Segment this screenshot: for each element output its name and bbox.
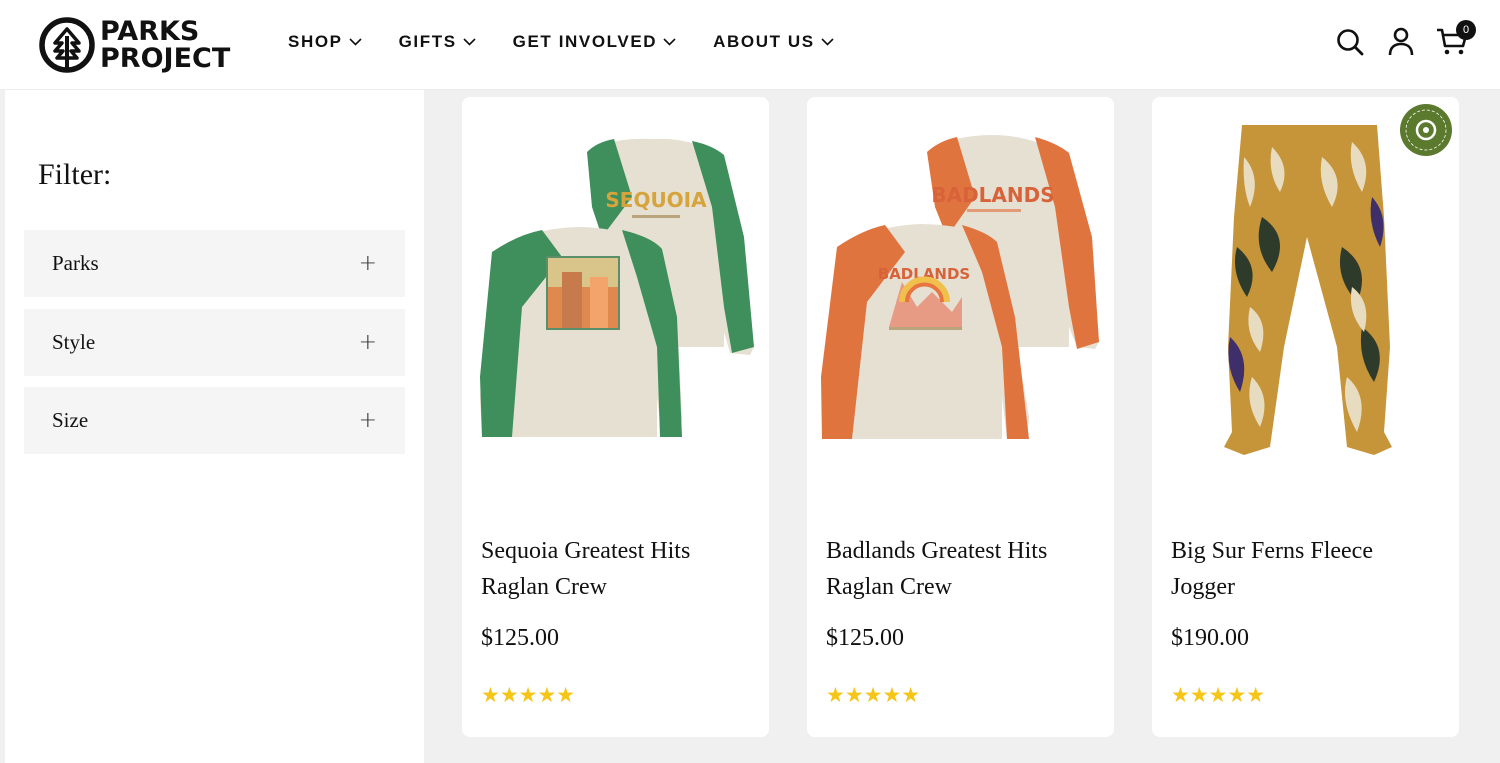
tree-logo-icon [39, 17, 95, 73]
filter-group-parks[interactable]: Parks + [24, 230, 405, 297]
search-button[interactable] [1332, 22, 1368, 62]
nav-gifts[interactable]: GIFTS [399, 32, 476, 52]
filter-sidebar: Filter: Parks + Style + Size + [5, 90, 424, 763]
rating-stars: ★★★★★ [826, 685, 920, 707]
nav-get-involved[interactable]: GET INVOLVED [513, 32, 677, 52]
product-price: $190.00 [1171, 625, 1249, 651]
star-icon: ★★★★★ [481, 684, 576, 707]
site-header: PARKS PROJECT SHOP GIFTS GET INVOLVED AB… [0, 0, 1500, 90]
main-nav: SHOP GIFTS GET INVOLVED ABOUT US [288, 32, 871, 52]
product-card[interactable]: BADLANDS BADLANDS Badlands Greatest Hits… [807, 97, 1114, 737]
plus-icon: + [358, 251, 377, 276]
nav-shop-label: SHOP [288, 32, 343, 51]
product-price: $125.00 [826, 625, 904, 651]
product-image[interactable]: SEQUOIA [462, 97, 769, 517]
logo-line-1: PARKS [100, 16, 200, 47]
filter-group-label: Size [52, 408, 89, 432]
search-icon [1337, 29, 1364, 56]
star-icon: ★★★★★ [1171, 684, 1266, 707]
user-icon [1388, 27, 1414, 56]
nav-about-us[interactable]: ABOUT US [713, 32, 834, 52]
star-icon: ★★★★★ [826, 684, 921, 707]
filter-group-size[interactable]: Size + [24, 387, 405, 454]
nav-get-involved-label: GET INVOLVED [512, 32, 658, 51]
product-image[interactable]: BADLANDS BADLANDS [807, 97, 1114, 517]
product-image[interactable] [1152, 97, 1459, 517]
rating-stars: ★★★★★ [481, 685, 575, 707]
nav-gifts-label: GIFTS [398, 32, 457, 51]
sustainable-badge [1400, 104, 1452, 156]
product-title[interactable]: Badlands Greatest Hits Raglan Crew [826, 533, 1096, 605]
chevron-down-icon [821, 38, 834, 46]
filter-title: Filter: [38, 158, 112, 191]
filter-group-style[interactable]: Style + [24, 309, 405, 376]
product-price: $125.00 [481, 625, 559, 651]
parks-project-logo[interactable]: PARKS PROJECT [38, 15, 230, 75]
product-card[interactable]: SEQUOIA Sequoia Greatest Hits Raglan Cre… [462, 97, 769, 737]
svg-text:BADLANDS: BADLANDS [931, 183, 1054, 207]
rating-stars: ★★★★★ [1171, 685, 1265, 707]
cart-button[interactable]: 0 [1434, 20, 1476, 62]
nav-about-us-label: ABOUT US [713, 32, 815, 51]
plus-icon: + [358, 330, 377, 355]
nav-shop[interactable]: SHOP [288, 32, 362, 52]
account-button[interactable] [1383, 22, 1419, 62]
plus-icon: + [358, 408, 377, 433]
chevron-down-icon [349, 38, 362, 46]
product-card[interactable]: Big Sur Ferns Fleece Jogger $190.00 ★★★★… [1152, 97, 1459, 737]
logo-line-2: PROJECT [100, 43, 231, 74]
filter-group-label: Parks [52, 251, 99, 275]
svg-text:SEQUOIA: SEQUOIA [605, 188, 707, 212]
logo-wordmark: PARKS PROJECT [100, 18, 230, 72]
chevron-down-icon [463, 38, 476, 46]
cart-count-badge: 0 [1456, 20, 1476, 40]
product-title[interactable]: Sequoia Greatest Hits Raglan Crew [481, 533, 751, 605]
chevron-down-icon [663, 38, 676, 46]
filter-group-label: Style [52, 330, 96, 354]
header-actions: 0 [1317, 20, 1476, 62]
product-title[interactable]: Big Sur Ferns Fleece Jogger [1171, 533, 1441, 605]
